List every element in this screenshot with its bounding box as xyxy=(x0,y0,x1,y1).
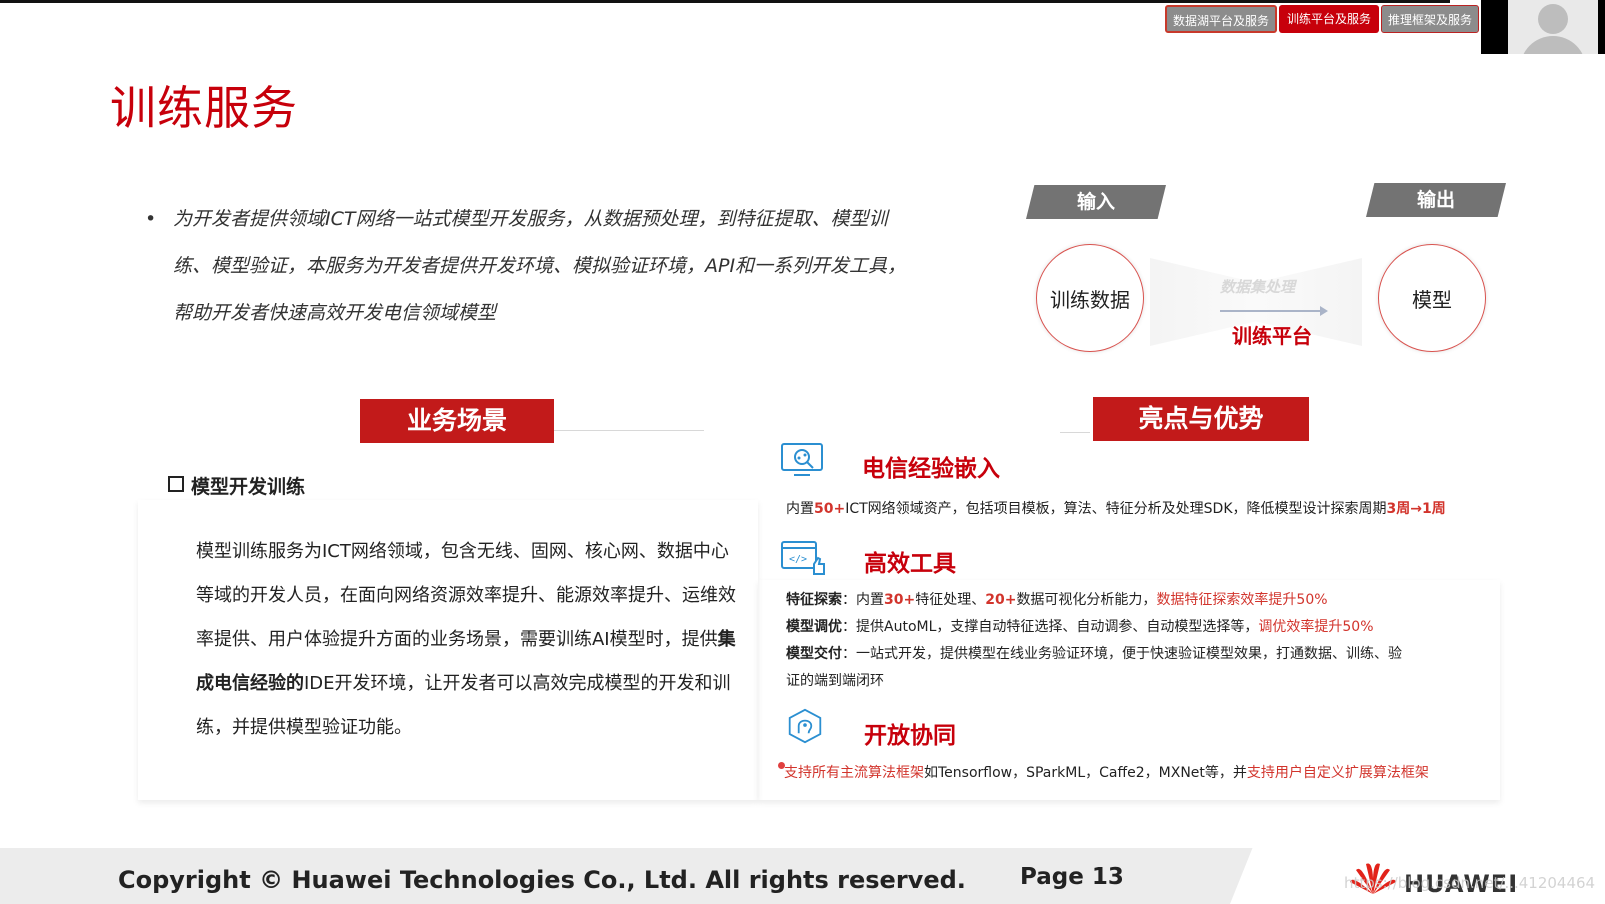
highlight: 30+ xyxy=(884,592,916,608)
label: 模型交付 xyxy=(786,646,842,662)
highlight: 20+ xyxy=(985,592,1017,608)
feature-title-tools: 高效工具 xyxy=(864,551,956,577)
laser-pointer-dot xyxy=(778,762,785,769)
feature-line-delivery: 模型交付：一站式开发，提供模型在线业务验证环境，便于快速验证模型效果，打通数据、… xyxy=(786,641,1402,668)
search-analytics-icon xyxy=(781,443,823,476)
business-header: 业务场景 xyxy=(360,399,554,443)
text: 内置 xyxy=(786,501,814,517)
feature-title-open: 开放协同 xyxy=(864,723,956,749)
checkbox-square-icon xyxy=(168,476,184,492)
output-banner: 输出 xyxy=(1366,183,1506,217)
tab-training-platform[interactable]: 训练平台及服务 xyxy=(1279,5,1379,33)
bullet-icon: • xyxy=(145,208,157,230)
highlight: 50+ xyxy=(814,501,846,517)
feature-line-tuning: 模型调优：提供AutoML，支撑自动特征选择、自动调参、自动模型选择等，调优效率… xyxy=(786,614,1374,641)
tab-inference-framework[interactable]: 推理框架及服务 xyxy=(1381,5,1479,33)
copyright-text: Copyright © Huawei Technologies Co., Ltd… xyxy=(118,866,966,894)
svg-text:</>: </> xyxy=(789,554,807,565)
watermark: https://blog.csdn.net/...41204464 xyxy=(1344,874,1596,892)
top-border xyxy=(0,0,1450,3)
text: 如Tensorflow，SParkML，Caffe2，MXNet等，并 xyxy=(924,765,1247,781)
text: ：一站式开发，提供模型在线业务验证环境，便于快速验证模型效果，打通数据、训练、验 xyxy=(842,646,1402,662)
avatar xyxy=(1508,0,1598,54)
text: ICT网络领域资产，包括项目模板，算法、特征分析及处理SDK，降低模型设计探索周… xyxy=(845,501,1387,517)
brain-hexagon-icon xyxy=(788,708,822,744)
divider xyxy=(1060,432,1090,433)
divider xyxy=(554,430,704,431)
feature-desc-telecom: 内置50+ICT网络领域资产，包括项目模板，算法、特征分析及处理SDK，降低模型… xyxy=(786,498,1446,518)
text: 特征处理、 xyxy=(915,592,986,608)
business-subheader: 模型开发训练 xyxy=(168,472,305,499)
business-description: 模型训练服务为ICT网络领域，包含无线、固网、核心网、数据中心等域的开发人员，在… xyxy=(196,530,736,750)
highlight: 数据特征探索效率提升50% xyxy=(1156,592,1328,608)
highlight: 支持所有主流算法框架 xyxy=(784,765,924,781)
arrow-right-icon xyxy=(1220,306,1328,316)
code-thumbs-up-icon: </> xyxy=(781,541,825,575)
label: 特征探索 xyxy=(786,592,842,608)
highlight: 支持用户自定义扩展算法框架 xyxy=(1246,765,1429,781)
output-circle: 模型 xyxy=(1378,244,1486,352)
input-banner: 输入 xyxy=(1026,185,1166,219)
process-subtitle: 数据集处理 xyxy=(1220,278,1296,296)
input-circle: 训练数据 xyxy=(1036,244,1144,352)
highlight: 调优效率提升50% xyxy=(1258,619,1374,635)
page-number: Page 13 xyxy=(1020,864,1124,890)
text: ：提供AutoML，支撑自动特征选择、自动调参、自动模型选择等， xyxy=(842,619,1259,635)
feature-line-exploration: 特征探索：内置30+特征处理、20+数据可视化分析能力，数据特征探索效率提升50… xyxy=(786,587,1328,614)
business-subheader-label: 模型开发训练 xyxy=(191,476,306,498)
highlight: 3周→1周 xyxy=(1386,501,1446,517)
text: ：内置 xyxy=(842,592,884,608)
intro-paragraph: • 为开发者提供领域ICT网络一站式模型开发服务，从数据预处理，到特征提取、模型… xyxy=(145,196,915,337)
avatar-head-icon xyxy=(1538,4,1568,34)
feature-line-delivery-cont: 证的端到端闭环 xyxy=(786,673,884,689)
tab-data-lake[interactable]: 数据湖平台及服务 xyxy=(1165,5,1277,33)
advantages-header: 亮点与优势 xyxy=(1093,397,1309,441)
intro-text: 为开发者提供领域ICT网络一站式模型开发服务，从数据预处理，到特征提取、模型训练… xyxy=(173,208,907,324)
label: 模型调优 xyxy=(786,619,842,635)
business-text-a: 模型训练服务为ICT网络领域，包含无线、固网、核心网、数据中心等域的开发人员，在… xyxy=(196,541,736,650)
slide-title: 训练服务 xyxy=(110,81,298,135)
process-title: 训练平台 xyxy=(1232,324,1312,348)
text: 数据可视化分析能力， xyxy=(1016,592,1157,608)
feature-desc-open: 支持所有主流算法框架如Tensorflow，SParkML，Caffe2，MXN… xyxy=(784,762,1429,782)
feature-title-telecom: 电信经验嵌入 xyxy=(862,456,1000,482)
avatar-body-icon xyxy=(1520,36,1586,54)
